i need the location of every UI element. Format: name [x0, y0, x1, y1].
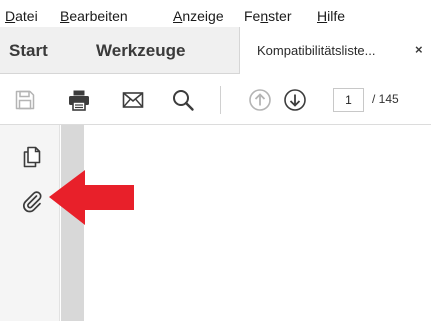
page-total-label: / 145	[372, 92, 399, 106]
tab-bar: Start Werkzeuge Kompatibilitätsliste... …	[0, 27, 431, 75]
document-view[interactable]	[84, 125, 431, 321]
page-up-icon[interactable]	[248, 88, 272, 112]
close-tab-button[interactable]: ×	[415, 42, 423, 57]
tab-start[interactable]: Start	[9, 27, 48, 74]
attachments-icon[interactable]	[20, 189, 44, 213]
menu-view[interactable]: Anzeige	[173, 8, 224, 24]
page-thumbnails-icon[interactable]	[20, 145, 44, 169]
menu-edit[interactable]: Bearbeiten	[60, 8, 128, 24]
menu-window[interactable]: Fenster	[244, 8, 291, 24]
search-icon[interactable]	[171, 88, 195, 112]
menu-help[interactable]: Hilfe	[317, 8, 345, 24]
page-number-input[interactable]: 1	[333, 88, 364, 112]
red-arrow-annotation	[49, 170, 134, 225]
tab-tools[interactable]: Werkzeuge	[96, 27, 185, 74]
toolbar-separator	[220, 86, 221, 114]
email-icon[interactable]	[121, 88, 145, 112]
save-icon[interactable]	[13, 88, 37, 112]
page-down-icon[interactable]	[283, 88, 307, 112]
menu-file[interactable]: Datei	[5, 8, 38, 24]
toolbar: 1 / 145	[0, 74, 431, 125]
menu-bar: Datei Bearbeiten Anzeige Fenster Hilfe	[0, 0, 431, 27]
document-tab-label: Kompatibilitätsliste...	[257, 43, 376, 58]
tab-document[interactable]: Kompatibilitätsliste... ×	[239, 27, 431, 75]
print-icon[interactable]	[67, 88, 91, 112]
